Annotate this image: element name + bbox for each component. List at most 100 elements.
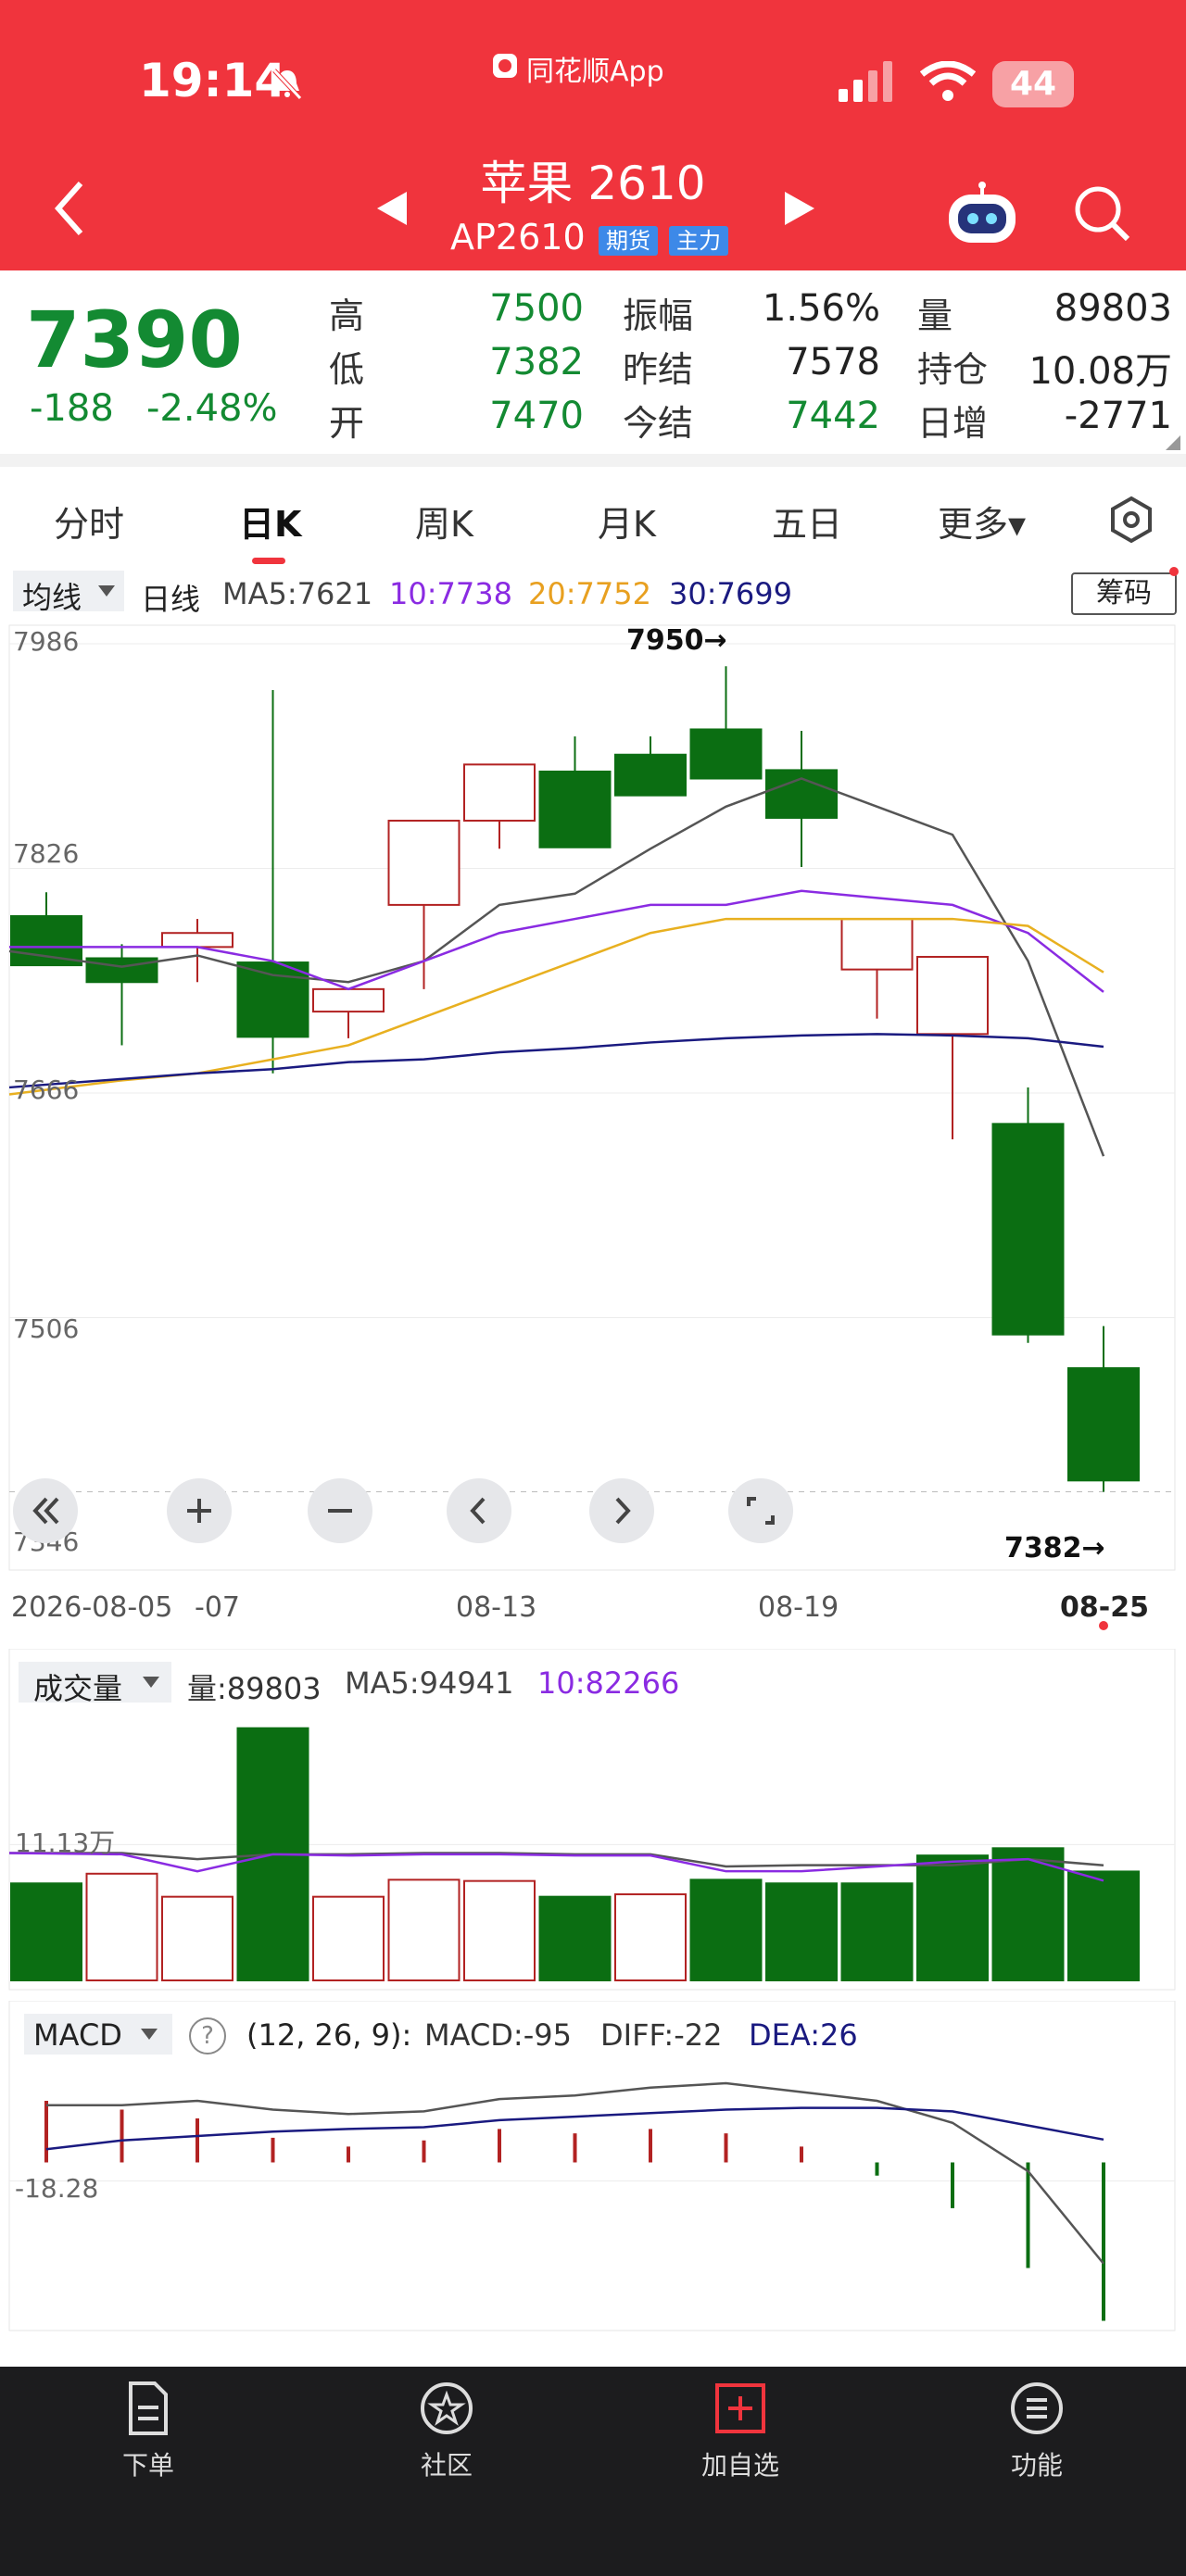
candle-body [387, 819, 461, 906]
price-tick-3: 7506 [13, 1313, 80, 1344]
ma30-line [8, 1033, 1104, 1089]
candle-body [236, 961, 309, 1038]
section-divider [0, 454, 1186, 467]
zoom-in-button[interactable] [167, 1478, 232, 1543]
previous-contract-icon[interactable] [375, 190, 409, 227]
nav-order[interactable]: 下单 [93, 2445, 204, 2482]
candle-body [689, 728, 763, 780]
mute-bell-icon [272, 69, 302, 100]
high-marker: 7950→ [626, 624, 727, 657]
expand-corner-icon[interactable] [1166, 435, 1180, 450]
high-value: 7500 [489, 287, 584, 330]
amplitude-label: 振幅 [623, 295, 694, 336]
order-document-icon[interactable] [116, 2376, 181, 2441]
candlestick-chart[interactable] [0, 616, 1186, 1579]
nav-add-watchlist[interactable]: 加自选 [685, 2445, 796, 2482]
volume-bar [614, 1893, 687, 1981]
volume-bar [538, 1895, 612, 1981]
price-tick-2: 7666 [13, 1074, 80, 1105]
candle-body [1067, 1367, 1140, 1482]
add-watchlist-icon[interactable] [708, 2376, 773, 2441]
volume-value: 89803 [1054, 287, 1172, 330]
candle-body [538, 770, 612, 848]
tab-monthly-k[interactable]: 月K [598, 496, 656, 547]
last-price: 7390 [26, 295, 243, 385]
daily-change-value: -2771 [1064, 395, 1172, 437]
active-tab-indicator [252, 558, 285, 564]
volume-bar [991, 1847, 1065, 1981]
ma-selector-label: 均线 [22, 580, 82, 615]
chart-frame [8, 624, 1176, 1571]
ma-selector[interactable]: 均线 [13, 571, 124, 615]
amplitude-value: 1.56% [762, 287, 880, 330]
open-value: 7470 [489, 395, 584, 437]
tab-weekly-k[interactable]: 周K [415, 496, 473, 547]
ma10-value: 10:7738 [389, 576, 512, 611]
volume-label: 量 [917, 295, 953, 336]
price-tick-0: 7986 [13, 626, 80, 657]
volume-bar [10, 1882, 82, 1981]
volume-bar [85, 1872, 158, 1981]
scroll-right-button[interactable] [589, 1478, 654, 1543]
ma20-value: 20:7752 [528, 576, 651, 611]
candle-body [161, 932, 233, 949]
minus-icon [328, 1509, 352, 1513]
candle-body [10, 915, 82, 967]
notification-dot [1169, 567, 1179, 576]
open-label: 开 [329, 403, 365, 444]
wifi-icon [920, 61, 976, 101]
volume-chart[interactable] [0, 1649, 1186, 1992]
price-change-pct: -2.48% [146, 387, 278, 430]
candle-body [991, 1123, 1065, 1336]
contract-code: AP2610 [450, 217, 586, 258]
status-time: 19:14 [139, 54, 287, 107]
settings-gear-icon[interactable] [1107, 496, 1155, 544]
zoom-out-button[interactable] [308, 1478, 372, 1543]
fullscreen-button[interactable] [728, 1478, 793, 1543]
open-interest-label: 持仓 [917, 349, 989, 390]
nav-functions[interactable]: 功能 [981, 2445, 1092, 2482]
candle-body [765, 769, 838, 819]
nav-community[interactable]: 社区 [391, 2445, 502, 2482]
open-interest-value: 10.08万 [1028, 350, 1172, 393]
macd-chart[interactable] [0, 2001, 1186, 2334]
candle-body [312, 987, 385, 1013]
macd-frame [8, 2001, 1176, 2331]
candle-body [85, 957, 158, 984]
volume-axis-label: 11.13万 [15, 1828, 116, 1858]
tab-more[interactable]: 更多▾ [938, 496, 1026, 547]
prev-settle-value: 7578 [786, 341, 880, 383]
price-tick-1: 7826 [13, 838, 80, 869]
back-arrow-icon[interactable] [51, 176, 88, 241]
community-star-icon[interactable] [414, 2376, 479, 2441]
volume-bar [840, 1882, 914, 1981]
high-label: 高 [329, 295, 365, 336]
ma5-value: MA5:7621 [222, 576, 373, 611]
double-chevron-left-icon [32, 1497, 59, 1525]
futures-tag: 期货 [599, 226, 658, 256]
period-label: 日线 [141, 582, 201, 617]
menu-functions-icon[interactable] [1004, 2376, 1069, 2441]
scroll-left-button[interactable] [447, 1478, 511, 1543]
contract-title: 苹果 2610 [480, 157, 706, 210]
date-label-2: 08-13 [456, 1591, 537, 1624]
volume-bar [765, 1882, 838, 1981]
robot-assistant-icon[interactable] [945, 182, 1019, 246]
date-label-3: 08-19 [758, 1591, 839, 1624]
macd-axis-label: -18.28 [15, 2173, 99, 2204]
tab-daily-k[interactable]: 日K [239, 496, 301, 547]
ma30-value: 30:7699 [669, 576, 792, 611]
volume-bar [161, 1895, 233, 1981]
next-contract-icon[interactable] [783, 190, 816, 227]
daily-change-label: 日增 [917, 403, 989, 444]
tab-five-day[interactable]: 五日 [772, 496, 842, 547]
volume-bar [1067, 1870, 1140, 1981]
chip-distribution-button[interactable]: 筹码 [1071, 572, 1177, 615]
plus-icon [187, 1499, 211, 1523]
price-change: -188 [30, 387, 114, 430]
search-icon[interactable] [1070, 182, 1131, 243]
candle-body [840, 918, 914, 971]
collapse-left-button[interactable] [13, 1478, 78, 1543]
tab-intraday[interactable]: 分时 [54, 496, 124, 547]
cellular-signal-icon [839, 61, 892, 102]
